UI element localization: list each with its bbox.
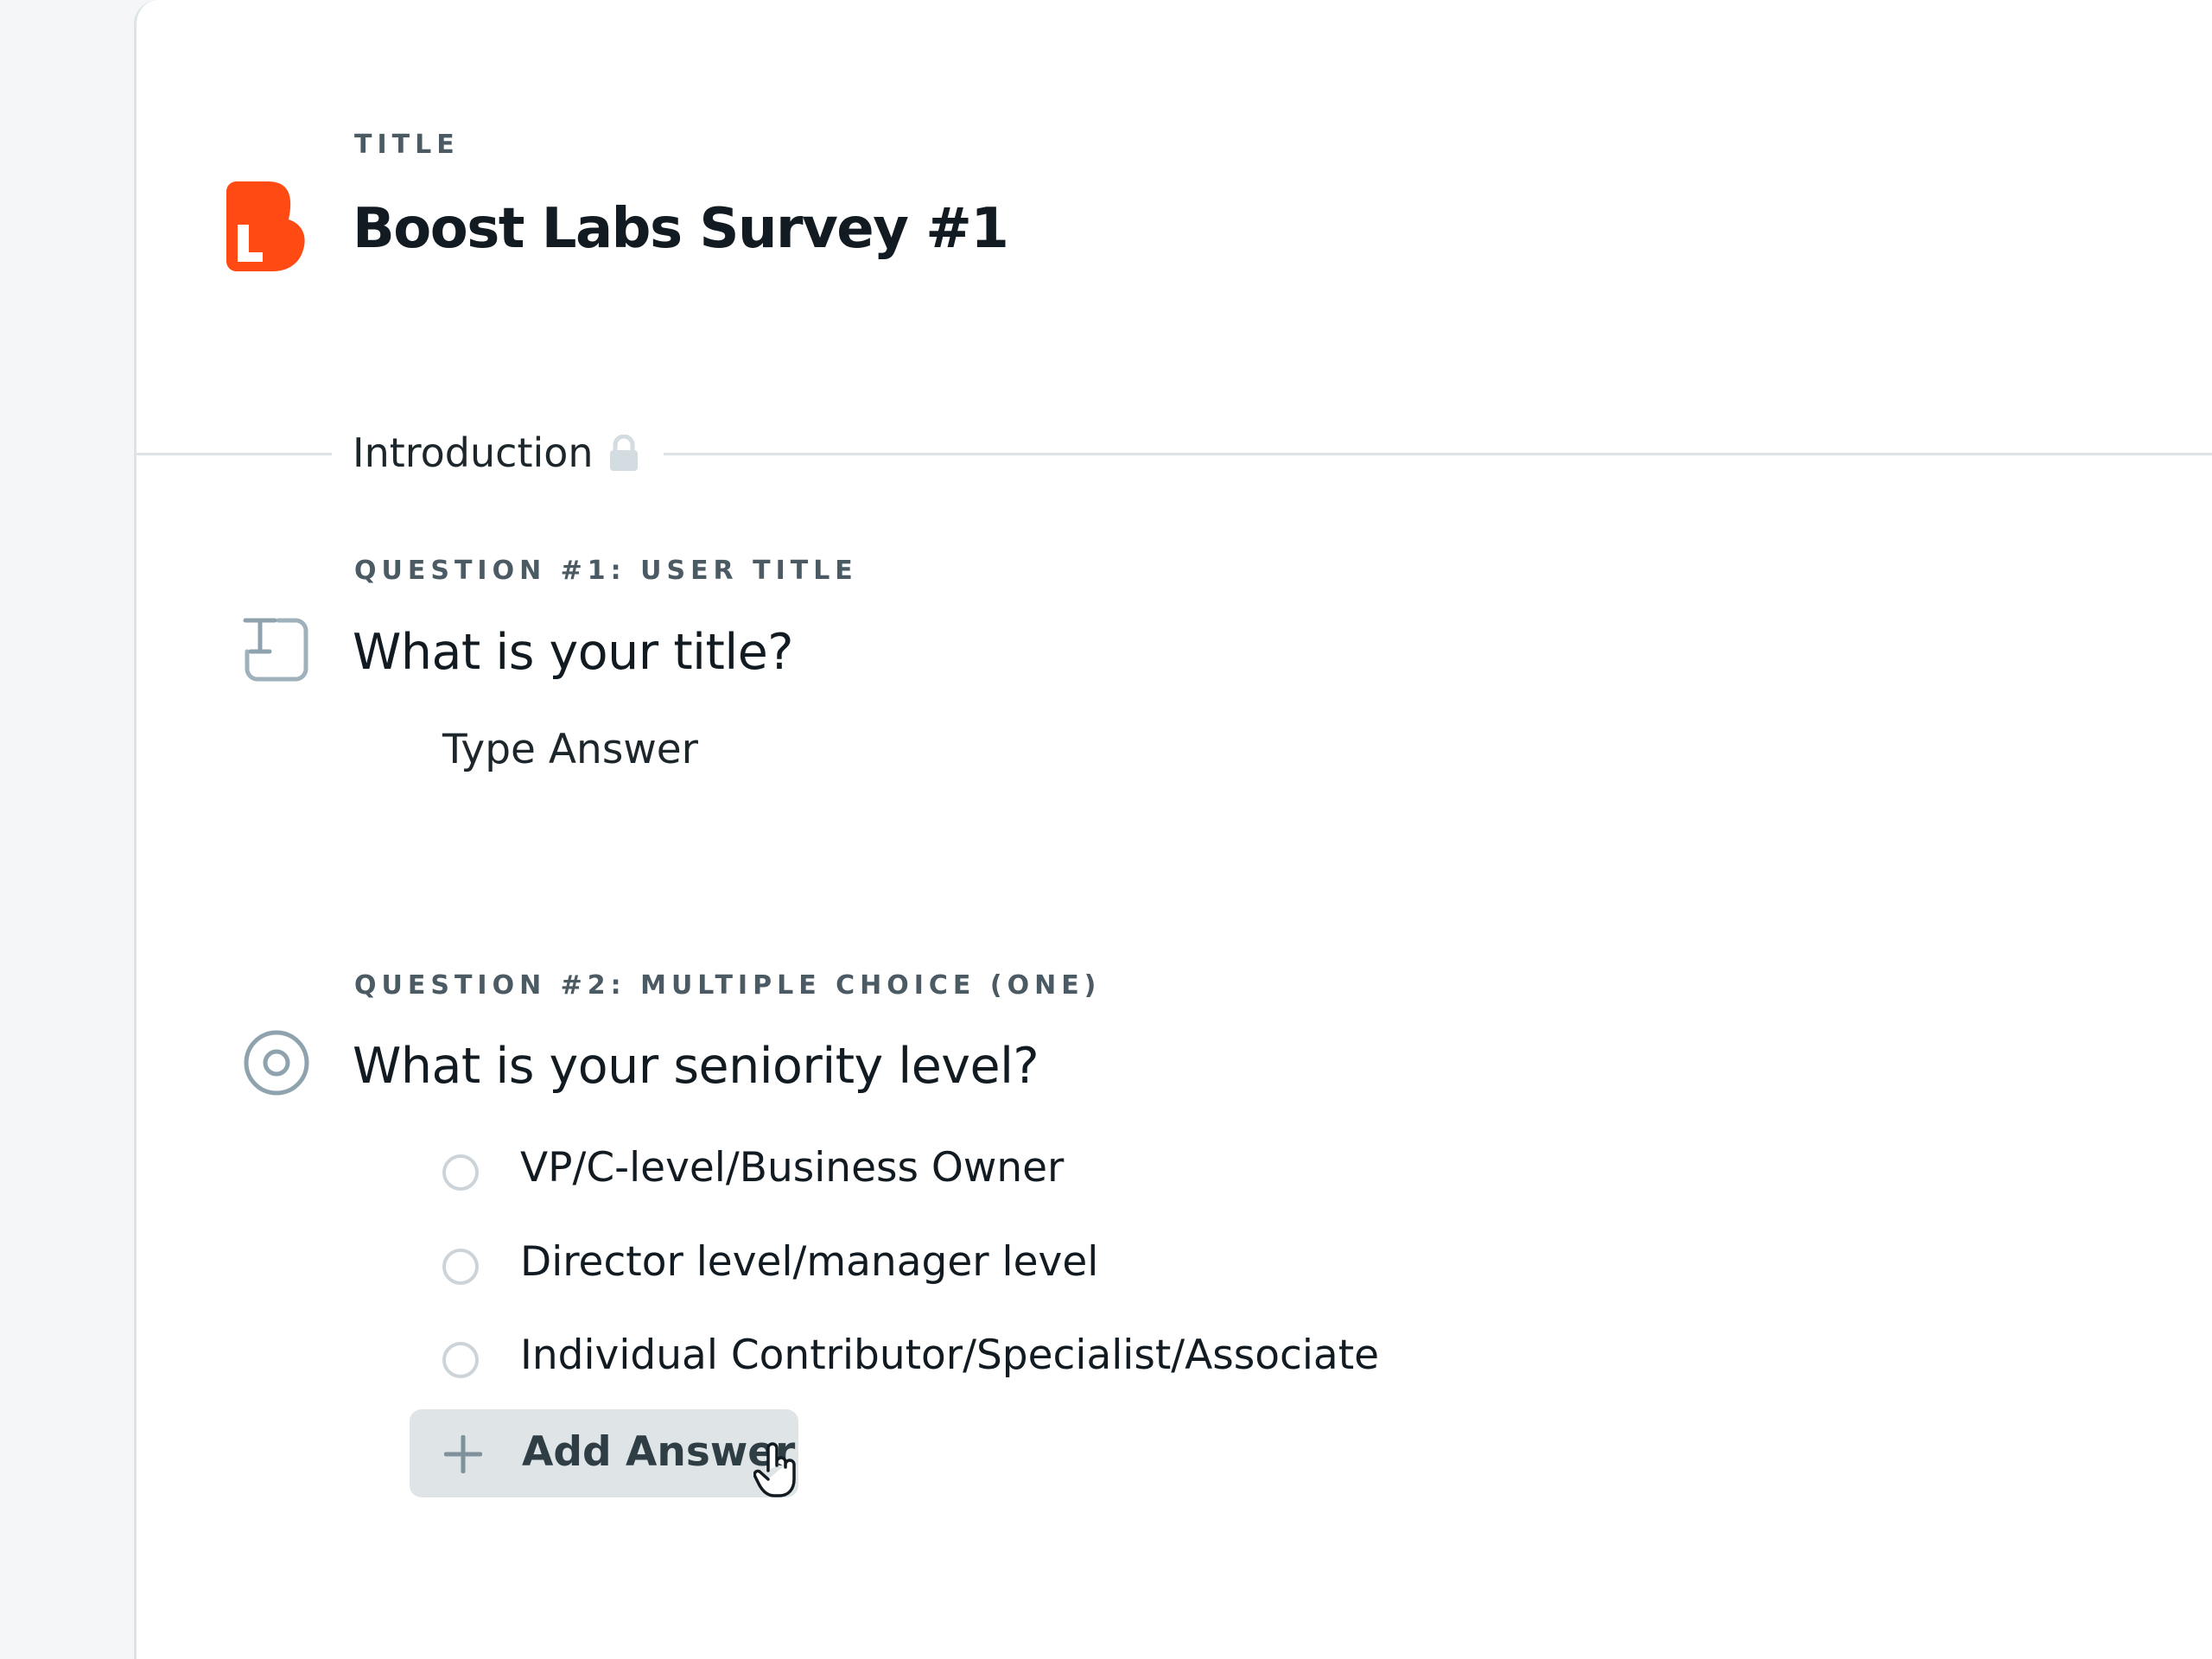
radio-button[interactable] [442, 1249, 479, 1285]
plus-icon [443, 1434, 483, 1474]
section-label-introduction[interactable]: Introduction [353, 429, 594, 476]
title-kicker: TITLE [354, 130, 460, 160]
answer-input[interactable]: Type Answer [442, 726, 698, 773]
answer-option-label[interactable]: Director level/manager level [520, 1238, 1098, 1286]
lock-icon [608, 434, 639, 473]
radio-button[interactable] [442, 1154, 479, 1191]
answer-option-label[interactable]: Individual Contributor/Specialist/Associ… [520, 1332, 1379, 1379]
text-input-icon [240, 613, 313, 690]
radio-button[interactable] [442, 1342, 479, 1378]
question-2-text[interactable]: What is your seniority level? [353, 1038, 1039, 1095]
hand-pointer-icon [753, 1441, 800, 1498]
question-1-text[interactable]: What is your title? [353, 624, 794, 681]
question-1-kicker: QUESTION #1: USER TITLE [354, 556, 858, 586]
radio-target-icon [242, 1028, 311, 1102]
add-answer-button[interactable]: Add Answer [410, 1409, 798, 1497]
brand-logo [226, 181, 306, 271]
answer-option-label[interactable]: VP/C-level/Business Owner [520, 1144, 1064, 1192]
question-2-kicker: QUESTION #2: MULTIPLE CHOICE (ONE) [354, 970, 1102, 1001]
survey-title[interactable]: Boost Labs Survey #1 [353, 197, 1009, 261]
section-divider-right [664, 453, 2212, 455]
section-divider-left [137, 453, 332, 455]
